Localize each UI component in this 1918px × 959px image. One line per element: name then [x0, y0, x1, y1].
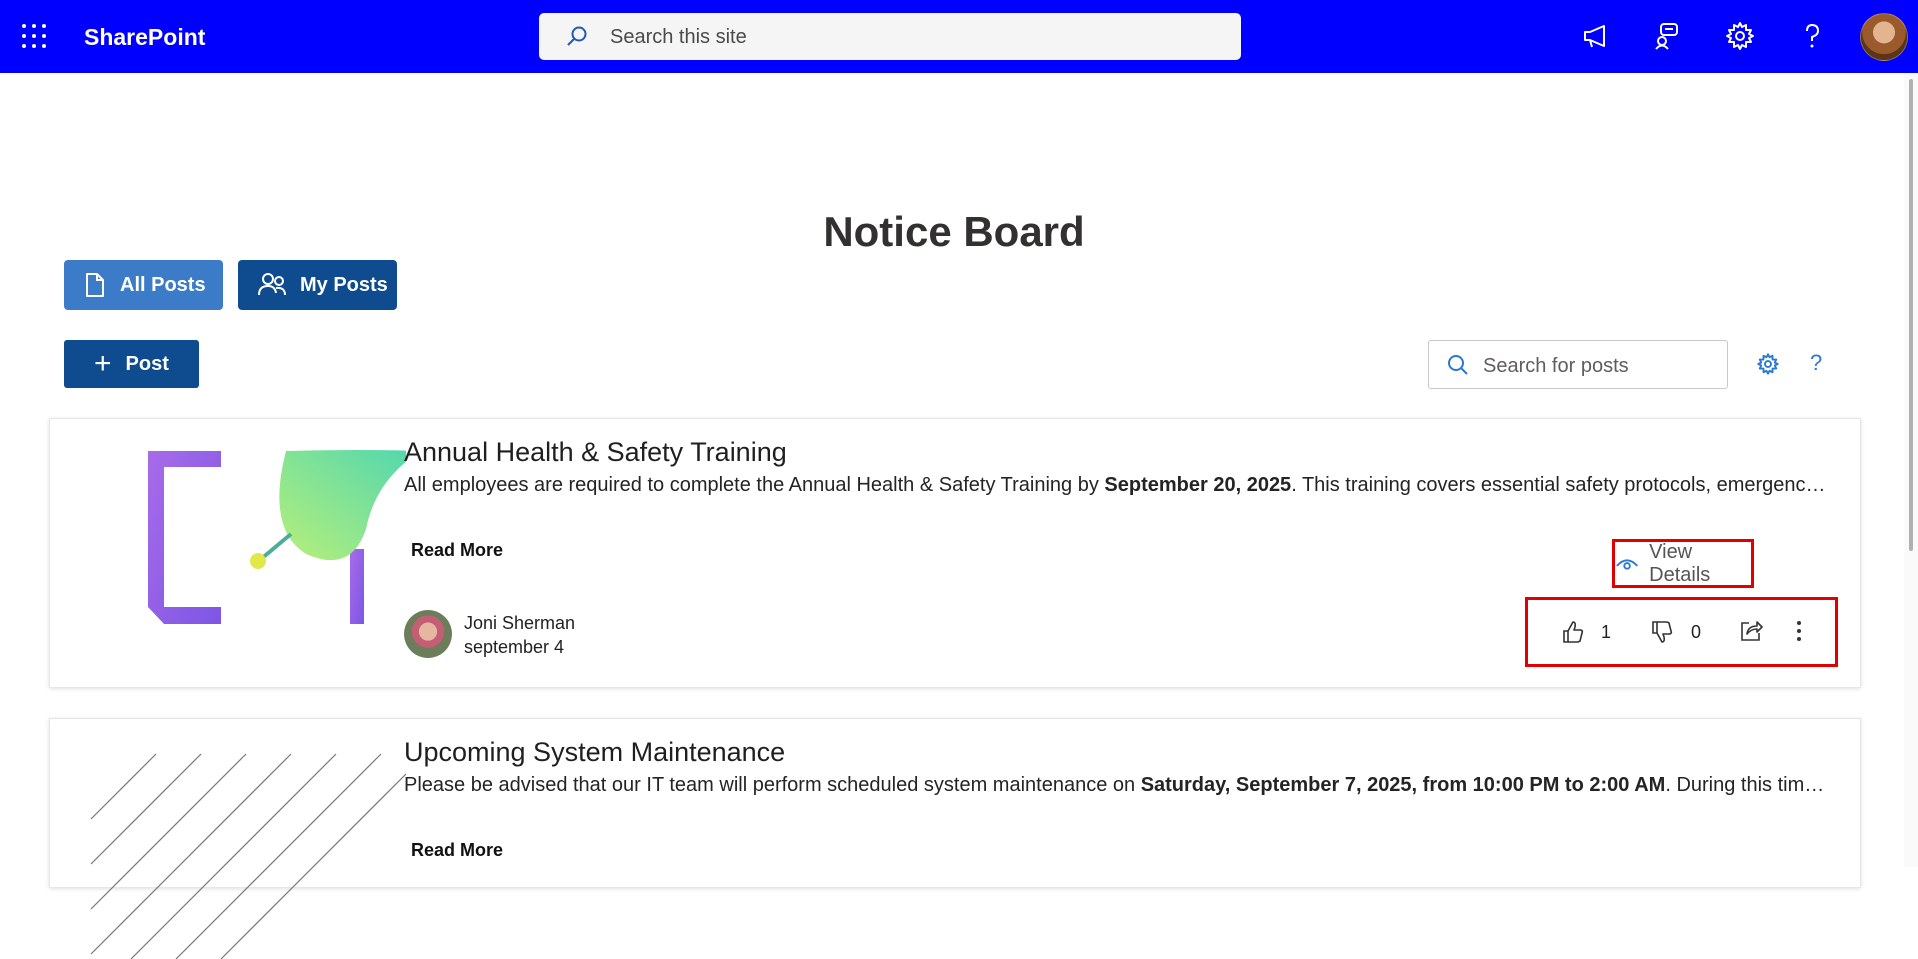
my-posts-button[interactable]: My Posts — [238, 260, 397, 310]
share-icon[interactable] — [1739, 620, 1763, 642]
author-avatar — [404, 610, 452, 658]
app-launcher-icon[interactable] — [22, 24, 48, 50]
like-icon[interactable] — [1562, 620, 1584, 644]
megaphone-icon[interactable] — [1580, 20, 1612, 52]
user-avatar[interactable] — [1860, 13, 1908, 61]
posts-search-placeholder: Search for posts — [1483, 355, 1629, 377]
help-icon[interactable] — [1796, 20, 1828, 52]
new-post-label: Post — [125, 352, 169, 375]
post-card: Annual Health & Safety Training All empl… — [49, 418, 1861, 688]
more-options-icon[interactable] — [1796, 620, 1802, 642]
view-details-label: View Details — [1649, 540, 1711, 586]
new-post-button[interactable]: + Post — [64, 340, 199, 388]
post-description-text: Please be advised that our IT team will … — [404, 774, 1141, 796]
site-search-placeholder: Search this site — [610, 26, 747, 48]
post-thumbnail-image — [148, 450, 406, 624]
author-name: Joni Sherman — [464, 613, 576, 633]
dislike-count: 0 — [1691, 622, 1702, 642]
feedback-icon[interactable] — [1652, 20, 1684, 52]
post-description-bold: September 20, 2025 — [1104, 474, 1292, 496]
read-more-link[interactable]: Read More — [411, 540, 503, 561]
view-details-button[interactable]: View Details — [1612, 539, 1754, 588]
gear-icon[interactable] — [1724, 20, 1756, 52]
site-search-box[interactable]: Search this site — [539, 13, 1241, 60]
post-title[interactable]: Upcoming System Maintenance — [404, 737, 785, 768]
post-actions-bar: 1 0 — [1525, 597, 1838, 667]
page-scrollbar[interactable] — [1904, 73, 1918, 867]
post-thumbnail-image — [90, 753, 406, 959]
post-card: Upcoming System Maintenance Please be ad… — [49, 718, 1861, 959]
page-title: Notice Board — [823, 208, 1085, 255]
people-icon — [258, 273, 286, 296]
read-more-link[interactable]: Read More — [411, 840, 503, 861]
all-posts-button[interactable]: All Posts — [64, 260, 223, 310]
settings-gear-icon[interactable] — [1756, 352, 1780, 376]
document-icon — [86, 273, 104, 297]
search-icon — [1448, 355, 1468, 375]
post-date: september 4 — [464, 637, 565, 657]
posts-search-input[interactable]: Search for posts — [1428, 340, 1728, 389]
post-description-rest: . This training covers essential safety … — [1291, 474, 1834, 496]
post-description-rest: . During this time, some services may be… — [1665, 774, 1834, 796]
eye-icon — [1616, 558, 1638, 570]
post-title[interactable]: Annual Health & Safety Training — [404, 437, 787, 468]
plus-icon: + — [94, 347, 112, 380]
like-count: 1 — [1601, 622, 1612, 642]
my-posts-label: My Posts — [300, 273, 388, 296]
scrollbar-thumb[interactable] — [1909, 79, 1913, 551]
suite-header: SharePoint Search this site — [0, 0, 1918, 73]
search-icon — [567, 26, 587, 46]
app-name[interactable]: SharePoint — [84, 24, 205, 51]
help-question-icon[interactable]: ? — [1810, 350, 1822, 376]
post-description: All employees are required to complete t… — [404, 474, 1834, 497]
post-description: Please be advised that our IT team will … — [404, 774, 1834, 797]
post-description-bold: Saturday, September 7, 2025, from 10:00 … — [1140, 774, 1666, 796]
all-posts-label: All Posts — [120, 273, 206, 296]
post-description-text: All employees are required to complete t… — [404, 474, 1105, 496]
dislike-icon[interactable] — [1651, 620, 1673, 644]
